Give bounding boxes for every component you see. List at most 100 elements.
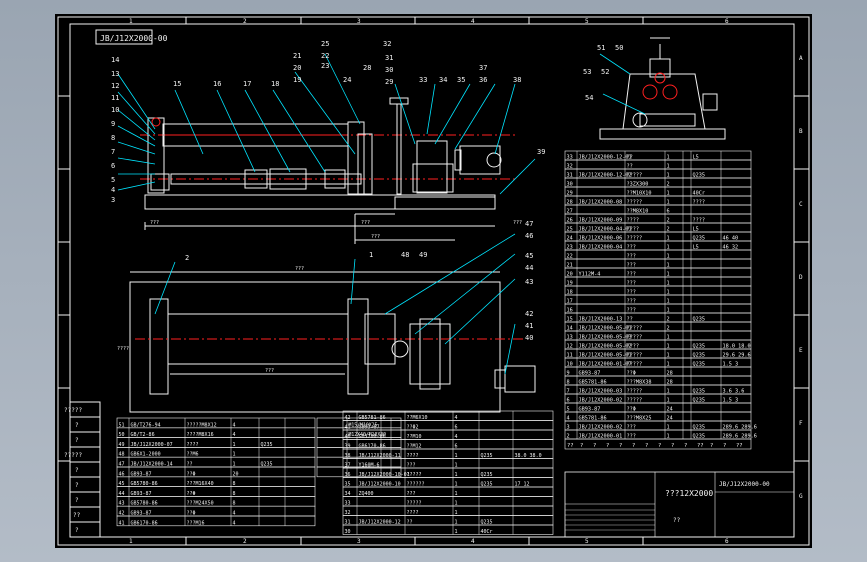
header-text: ? — [710, 443, 713, 449]
cell-text: 30 — [567, 182, 573, 188]
bom-row: 41 GB6170-86 ???M16 4 — [116, 515, 316, 526]
number-stamp-text: JB/J12X2000-00 — [100, 34, 168, 43]
balloon-label: 5 — [111, 176, 115, 184]
cell-text: JB/J12X2000-09 — [579, 218, 623, 224]
cell-text: 8 — [233, 501, 236, 507]
balloon-label: 25 — [321, 40, 329, 48]
cell-text: 24 — [667, 407, 673, 413]
cell-text: JB/J12X2000-05-02 — [579, 344, 632, 350]
cell-text: 46 — [119, 471, 125, 477]
stamp-text: ? — [75, 422, 79, 429]
cell-text: L5 — [693, 245, 699, 251]
cell-text: ??? — [627, 299, 636, 305]
bom-row: 30 ?3ZX300 2 — [564, 177, 752, 188]
cell-text: 1 — [667, 389, 670, 395]
drawing-subtitle: ?? — [673, 517, 681, 524]
row-border — [564, 303, 752, 314]
cell-text: 4 — [233, 511, 236, 517]
cell-text: ??M10X10 — [627, 191, 652, 197]
balloons-left: 14 13 12 11 10 9 8 7 6 5 4 3 — [111, 56, 119, 204]
header-text: ? — [671, 443, 674, 449]
cell-text: ????? — [627, 236, 643, 242]
cell-text: ???? — [407, 510, 419, 516]
cell-text: GB5781-86 — [579, 416, 607, 422]
bom-row: 49 JB/J12X2000-07???? 1 Q235 — [116, 437, 316, 448]
cell-text: ?3ZX300 — [627, 182, 649, 188]
bom-row: 26 JB/J12X2000-09???? 2???? — [564, 213, 752, 224]
cell-text: Q235 — [481, 472, 493, 478]
cell-text: Q235 — [693, 236, 706, 242]
bom-row: 11 JB/J12X2000-05-01????? 1 Q235 29.6 29.6 — [564, 348, 752, 359]
cell-text: 1 — [455, 491, 458, 497]
row-border — [342, 505, 554, 516]
cell-text: ??? — [627, 272, 636, 278]
viewport: JB/J12X2000-00 14 13 12 11 10 9 8 7 6 5 … — [0, 0, 867, 562]
cell-text: 51 — [119, 422, 125, 428]
cell-text: 1 — [455, 501, 458, 507]
cell-text: ?? — [407, 520, 413, 526]
cell-text: 9 — [567, 371, 570, 377]
cell-text: 1 — [455, 482, 458, 488]
cell-text: 17 — [567, 299, 573, 305]
bom-row: 36 JB/J12X2000-10-01????? 1 Q235 — [342, 467, 554, 478]
balloons-mid: 15 16 17 18 — [173, 80, 279, 88]
cell-text: 1 — [667, 398, 670, 404]
cell-text: ??Φ — [187, 491, 196, 497]
balloon-label: 20 — [293, 64, 301, 72]
cell-text: 1 — [667, 191, 670, 197]
cell-text: 38 — [345, 453, 351, 459]
cell-text: 46 32 — [723, 245, 739, 251]
balloon-label: 51 — [597, 44, 605, 52]
stamp-text: ? — [75, 482, 79, 489]
zone-number: 1 — [129, 538, 133, 545]
cell-text: 31 — [345, 520, 351, 526]
cell-text: 28 — [667, 371, 673, 377]
bom-row: 8 GB5781-86 ???M8X38 28 — [564, 375, 752, 386]
header-text: ? — [580, 443, 583, 449]
cell-text: ?????M8X12 — [187, 422, 217, 428]
header-text: ? — [645, 443, 648, 449]
bom-row: 16??? 1 — [564, 303, 752, 314]
cell-text: 28 — [667, 380, 673, 386]
cell-text: 42 — [119, 511, 125, 517]
cell-text: GB93-87 — [131, 511, 152, 517]
cell-text: GB6170-86 — [131, 520, 158, 526]
balloon-label: 39 — [537, 148, 545, 156]
cell-text: 39 — [345, 444, 351, 450]
bom-row: 7 JB/J12X2000-03????? 1 Q235 3.6 3.6 — [564, 384, 752, 395]
cell-text: 49 — [119, 442, 125, 448]
bom-bottom-table: 51 GB/T276-94 ?????M8X12 4 50 GB/T2-86 ????M8X… — [116, 410, 554, 535]
cell-text: ??Φ — [627, 371, 636, 377]
cell-text: ????? — [627, 353, 643, 359]
cell-text: JB/J12X2000-01-07 — [579, 362, 632, 368]
row-border — [564, 249, 752, 260]
cell-text: JB/J12X2000-01 — [579, 434, 623, 440]
cell-text: GB93-87 — [131, 491, 152, 497]
cell-text: ?????? — [407, 482, 425, 488]
balloon-label: 36 — [479, 76, 487, 84]
balloon-label: 33 — [419, 76, 427, 84]
bom-row: 24 JB/J12X2000-06????? 1 Q235 46 40 — [564, 231, 752, 242]
cell-text: 1 — [455, 510, 458, 516]
cell-text: 18 — [567, 290, 573, 296]
cell-text: GB93-87 — [579, 407, 601, 413]
balloon-label: 11 — [111, 94, 119, 102]
cell-text: 40Cr — [693, 191, 706, 197]
plan-view — [129, 271, 536, 413]
cell-text: JB/J12X2000-13 — [579, 317, 623, 323]
cell-text: Q235 — [693, 434, 706, 440]
stamp-text: ????? — [64, 407, 82, 414]
cell-text: Q235 — [693, 173, 706, 179]
bom-row: 10 JB/J12X2000-01-07????? 1 Q235 1.5 3 — [564, 357, 752, 368]
balloon-label: 23 — [321, 62, 329, 70]
drawing-title: ???12X2000 — [665, 489, 713, 498]
cell-text: ?? — [627, 164, 633, 170]
cell-text: ????? — [627, 389, 643, 395]
row-border — [564, 285, 752, 296]
cell-text: 4 — [233, 432, 236, 438]
cell-text: ??M8X10 — [627, 209, 649, 215]
cell-text: 1 — [455, 520, 458, 526]
cell-text: 2 — [667, 317, 670, 323]
cell-text: 15 — [567, 317, 573, 323]
cell-text: Q235 — [693, 353, 706, 359]
